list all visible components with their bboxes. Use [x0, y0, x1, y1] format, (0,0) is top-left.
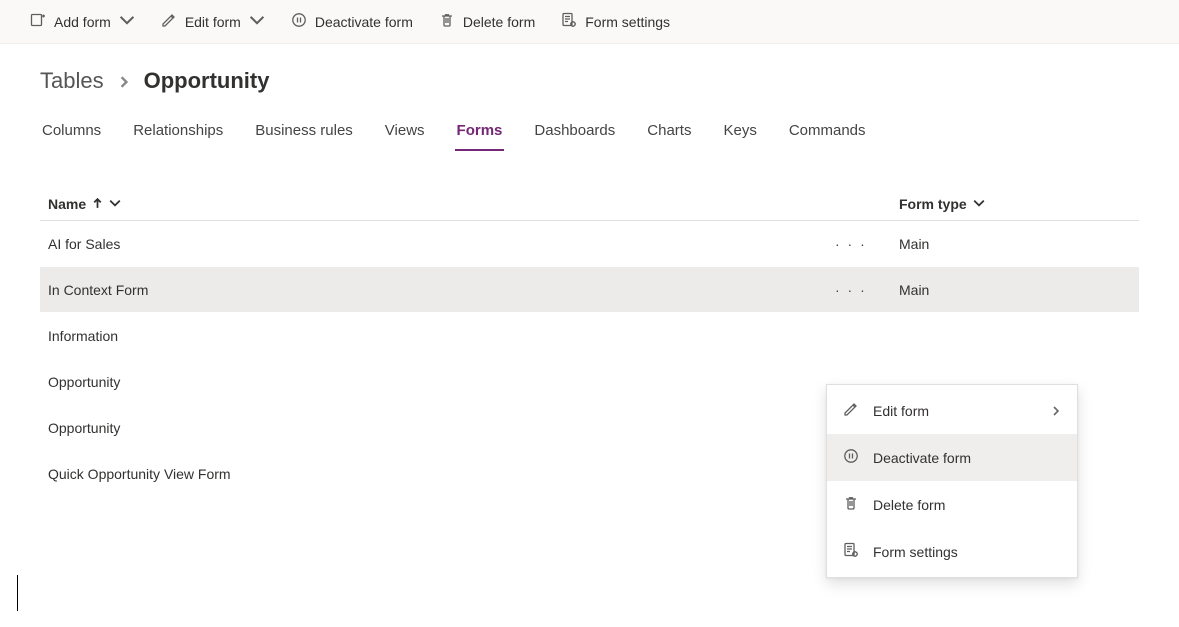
tab-relationships[interactable]: Relationships	[131, 116, 225, 151]
chevron-down-icon	[249, 12, 265, 31]
context-menu-item-label: Delete form	[873, 497, 945, 513]
trash-icon	[439, 12, 455, 31]
row-name: In Context Form	[40, 282, 835, 298]
breadcrumb-current: Opportunity	[144, 68, 270, 94]
settings-icon	[843, 542, 859, 561]
breadcrumb-root[interactable]: Tables	[40, 68, 104, 94]
tab-views[interactable]: Views	[383, 116, 427, 151]
pencil-icon	[161, 12, 177, 31]
chevron-right-icon	[118, 68, 130, 94]
table-header-row: Name Form type	[40, 188, 1139, 221]
edit-form-label: Edit form	[185, 14, 241, 30]
context-menu-delete[interactable]: Delete form	[827, 481, 1077, 528]
chevron-right-icon	[1051, 403, 1061, 419]
tab-columns[interactable]: Columns	[40, 116, 103, 151]
entity-subtabs: Columns Relationships Business rules Views F…	[0, 100, 1179, 152]
table-row[interactable]: AI for Sales· · · Main	[40, 221, 1139, 267]
command-bar: Add form Edit form Deactivate form Delet…	[0, 0, 1179, 44]
row-name: AI for Sales	[40, 236, 835, 252]
row-name: Opportunity	[40, 420, 835, 436]
deactivate-icon	[843, 448, 859, 467]
pause-circle-icon	[291, 12, 307, 31]
tab-dashboards[interactable]: Dashboards	[532, 116, 617, 151]
row-name: Opportunity	[40, 374, 835, 390]
chevron-down-icon	[119, 12, 135, 31]
context-menu-item-label: Edit form	[873, 403, 929, 419]
delete-icon	[843, 495, 859, 514]
add-form-label: Add form	[54, 14, 111, 30]
column-header-name[interactable]: Name	[40, 196, 835, 212]
delete-form-button[interactable]: Delete form	[433, 8, 541, 35]
edit-icon	[843, 401, 859, 420]
text-cursor	[17, 575, 18, 611]
row-context-menu: Edit form Deactivate form Delete form Form …	[826, 384, 1078, 578]
context-menu-edit[interactable]: Edit form	[827, 387, 1077, 434]
form-settings-icon	[561, 12, 577, 31]
table-row[interactable]: Information	[40, 313, 1139, 359]
row-name: Information	[40, 328, 835, 344]
tab-keys[interactable]: Keys	[721, 116, 758, 151]
context-menu-item-label: Form settings	[873, 544, 958, 560]
row-form-type: Main	[899, 282, 1139, 298]
column-header-form-type[interactable]: Form type	[899, 196, 1139, 212]
tab-charts[interactable]: Charts	[645, 116, 693, 151]
form-settings-button[interactable]: Form settings	[555, 8, 676, 35]
context-menu-settings[interactable]: Form settings	[827, 528, 1077, 575]
tab-business-rules[interactable]: Business rules	[253, 116, 355, 151]
form-settings-label: Form settings	[585, 14, 670, 30]
chevron-down-icon	[109, 196, 121, 212]
edit-form-button[interactable]: Edit form	[155, 8, 271, 35]
ellipsis-icon: · · ·	[835, 282, 867, 298]
row-more-actions[interactable]: · · ·	[835, 236, 899, 252]
add-form-icon	[30, 12, 46, 31]
sort-asc-icon	[92, 196, 103, 212]
context-menu-item-label: Deactivate form	[873, 450, 971, 466]
add-form-button[interactable]: Add form	[24, 8, 141, 35]
deactivate-form-button[interactable]: Deactivate form	[285, 8, 419, 35]
row-form-type: Main	[899, 236, 1139, 252]
deactivate-form-label: Deactivate form	[315, 14, 413, 30]
tab-commands[interactable]: Commands	[787, 116, 868, 151]
breadcrumb: Tables Opportunity	[0, 44, 1179, 100]
table-row[interactable]: In Context Form· · · Main	[40, 267, 1139, 313]
row-name: Quick Opportunity View Form	[40, 466, 835, 482]
row-more-actions[interactable]: · · ·	[835, 282, 899, 298]
ellipsis-icon: · · ·	[835, 236, 867, 252]
delete-form-label: Delete form	[463, 14, 535, 30]
column-header-name-label: Name	[48, 196, 86, 212]
tab-forms[interactable]: Forms	[455, 116, 505, 151]
column-header-form-type-label: Form type	[899, 196, 967, 212]
chevron-down-icon	[973, 196, 985, 212]
context-menu-deactivate[interactable]: Deactivate form	[827, 434, 1077, 481]
